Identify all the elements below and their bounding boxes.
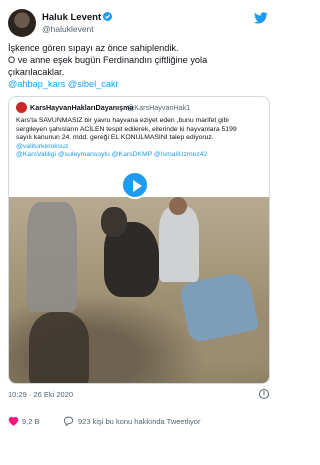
play-button[interactable]: [121, 171, 149, 199]
author-avatar[interactable]: [8, 9, 36, 37]
quoted-line: Kars'ta SAVUNMASIZ bir yavru hayvana ezi…: [16, 117, 229, 124]
quoted-tweet-header: KarsHayvanHaklarıDayanışma @KarsHayvanHa…: [16, 102, 266, 114]
video-person-right: [159, 207, 199, 282]
video-donkey-head: [101, 207, 127, 237]
video-person-left: [27, 202, 77, 312]
heart-icon[interactable]: [8, 416, 19, 426]
quoted-mentions[interactable]: @KarsValiligi @suleymansoylu @KarsDKMP @…: [16, 151, 266, 160]
video-person-head: [169, 197, 187, 215]
tweet-line: çıkarılacaklar.: [8, 67, 65, 77]
quoted-mention[interactable]: @valiturkeroksuz: [16, 143, 266, 152]
reply-icon[interactable]: [63, 416, 74, 426]
verified-icon: [103, 12, 113, 21]
author-name[interactable]: Haluk Levent: [42, 12, 113, 23]
quoted-tweet[interactable]: KarsHayvanHaklarıDayanışma @KarsHayvanHa…: [8, 96, 270, 384]
author-handle[interactable]: @haluklevent: [42, 24, 94, 34]
tweet-mentions: @ahbap_kars @sibel_cakr: [8, 78, 270, 90]
tweet-timestamp[interactable]: 10:29 · 26 Eki 2020: [8, 390, 73, 399]
mention-link[interactable]: @ahbap_kars: [8, 79, 65, 89]
twitter-bird-icon[interactable]: [254, 12, 268, 24]
quoted-author-handle: @KarsHayvanHak1: [127, 103, 191, 112]
quoted-line: sayılı kanunun 24. mdd. gereği EL KONULM…: [16, 134, 214, 142]
tweet-header: Haluk Levent @haluklevent: [8, 9, 270, 39]
conversation-link[interactable]: 923 kişi bu konu hakkında Tweetliyor: [78, 417, 200, 426]
tweet-card: Haluk Levent @haluklevent İşkence gören …: [0, 0, 278, 465]
quoted-tweet-text: Kars'ta SAVUNMASIZ bir yavru hayvana ezi…: [16, 117, 266, 160]
play-icon: [133, 180, 142, 192]
tweet-text: İşkence gören sıpayı az önce sahiplendik…: [8, 42, 270, 90]
author-name-text[interactable]: Haluk Levent: [42, 12, 101, 23]
quoted-author-name: KarsHayvanHaklarıDayanışma: [30, 103, 134, 112]
mention-link[interactable]: @sibel_cakr: [68, 79, 119, 89]
tweet-line: O ve anne eşek bugün Ferdinandın çiftliğ…: [8, 55, 208, 65]
info-icon[interactable]: i: [259, 389, 269, 399]
tweet-actions: 9,2 B 923 kişi bu konu hakkında Tweetliy…: [8, 415, 270, 429]
like-count[interactable]: 9,2 B: [22, 417, 40, 426]
quoted-avatar: [16, 102, 27, 113]
video-shadow: [29, 312, 89, 383]
video-thumbnail[interactable]: [9, 197, 269, 383]
quoted-line: sergileyen şahısların ACİLEN tespit edil…: [16, 125, 237, 133]
tweet-line: İşkence gören sıpayı az önce sahiplendik…: [8, 43, 179, 53]
